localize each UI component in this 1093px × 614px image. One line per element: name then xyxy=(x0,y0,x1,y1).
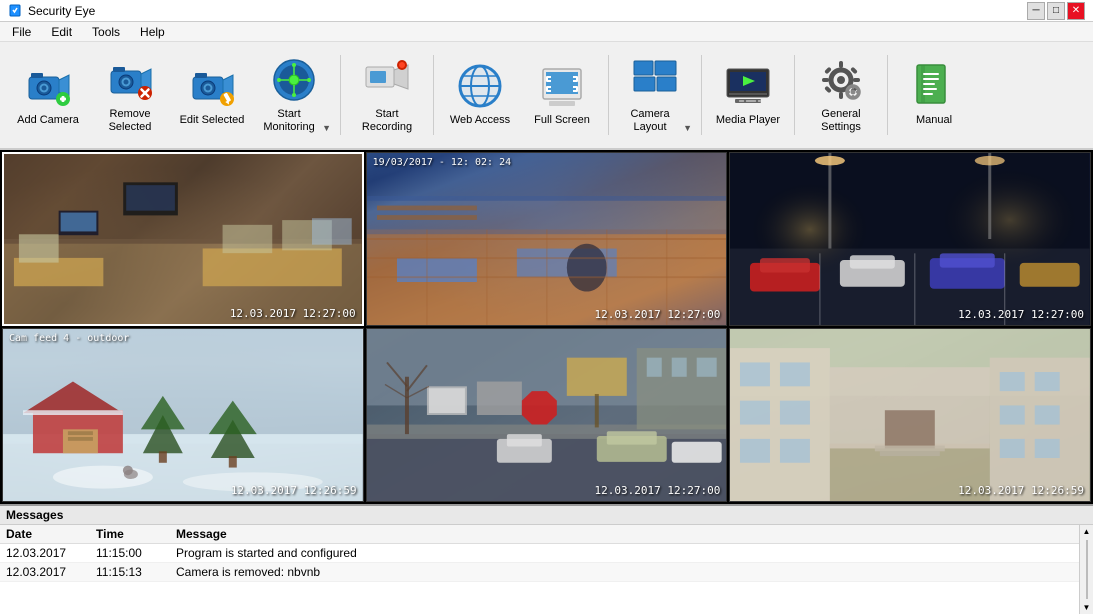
msg-date: 12.03.2017 xyxy=(6,546,96,560)
messages-panel: Messages Date Time Message 12.03.2017 11… xyxy=(0,504,1093,614)
camera-timestamp-1: 12.03.2017 12:27:00 xyxy=(230,307,356,320)
remove-selected-button[interactable]: Remove Selected xyxy=(90,50,170,140)
title-bar-controls[interactable]: ─ □ ✕ xyxy=(1027,2,1085,20)
maximize-button[interactable]: □ xyxy=(1047,2,1065,20)
camera-label-4: Cam feed 4 - outdoor xyxy=(9,333,129,344)
start-recording-button[interactable]: Start Recording xyxy=(347,50,427,140)
camera-cell-2[interactable]: 19/03/2017 - 12: 02: 24 12.03.2017 12:27… xyxy=(366,152,728,326)
web-access-button[interactable]: Web Access xyxy=(440,50,520,140)
camera-feed-3 xyxy=(730,153,1090,325)
add-camera-icon xyxy=(24,62,72,110)
msg-time: 11:15:13 xyxy=(96,565,176,579)
menu-help[interactable]: Help xyxy=(132,23,173,41)
camera-timestamp-6: 12.03.2017 12:26:59 xyxy=(958,484,1084,497)
camera-cell-3[interactable]: 12.03.2017 12:27:00 xyxy=(729,152,1091,326)
layout-dropdown-arrow: ▼ xyxy=(683,123,692,134)
scroll-thumb[interactable] xyxy=(1086,540,1088,599)
camera-layout-button[interactable]: Camera Layout ▼ xyxy=(615,50,695,140)
messages-body: Date Time Message 12.03.2017 11:15:00 Pr… xyxy=(0,525,1093,614)
remove-selected-icon xyxy=(106,56,154,104)
separator-3 xyxy=(608,55,609,135)
camera-grid: 12.03.2017 12:27:00 xyxy=(0,150,1093,504)
camera-label-2: 19/03/2017 - 12: 02: 24 xyxy=(373,157,511,168)
msg-text: Camera is removed: nbvnb xyxy=(176,565,1073,579)
message-row: 12.03.2017 11:15:00 Program is started a… xyxy=(0,544,1079,563)
scroll-up-arrow[interactable]: ▲ xyxy=(1081,525,1093,538)
full-screen-label: Full Screen xyxy=(534,114,590,127)
general-settings-button[interactable]: General Settings xyxy=(801,50,881,140)
toolbar: Add Camera Remove Selected xyxy=(0,42,1093,150)
full-screen-button[interactable]: Full Screen xyxy=(522,50,602,140)
edit-selected-label: Edit Selected xyxy=(180,114,245,127)
start-recording-icon xyxy=(363,56,411,104)
app-icon xyxy=(8,4,22,18)
camera-timestamp-2: 12.03.2017 12:27:00 xyxy=(594,308,720,321)
title-bar-left: Security Eye xyxy=(8,4,95,18)
col-time: Time xyxy=(96,527,176,541)
menu-bar: File Edit Tools Help xyxy=(0,22,1093,42)
camera-timestamp-5: 12.03.2017 12:27:00 xyxy=(594,484,720,497)
media-player-icon xyxy=(724,62,772,110)
scroll-down-arrow[interactable]: ▼ xyxy=(1081,601,1093,614)
col-date: Date xyxy=(6,527,96,541)
messages-table-header: Date Time Message xyxy=(0,525,1079,544)
camera-feed-5 xyxy=(367,329,727,501)
msg-time: 11:15:00 xyxy=(96,546,176,560)
camera-layout-icon xyxy=(631,56,679,104)
manual-label: Manual xyxy=(916,114,952,127)
camera-feed-1 xyxy=(4,154,362,324)
manual-button[interactable]: Manual xyxy=(894,50,974,140)
general-settings-icon xyxy=(817,56,865,104)
add-camera-label: Add Camera xyxy=(17,114,79,127)
edit-selected-button[interactable]: Edit Selected xyxy=(172,50,252,140)
camera-cell-4[interactable]: Cam feed 4 - outdoor 12.03.2017 12:26:59 xyxy=(2,328,364,502)
menu-edit[interactable]: Edit xyxy=(43,23,80,41)
close-button[interactable]: ✕ xyxy=(1067,2,1085,20)
camera-cell-6[interactable]: 12.03.2017 12:26:59 xyxy=(729,328,1091,502)
edit-selected-icon xyxy=(188,62,236,110)
add-camera-button[interactable]: Add Camera xyxy=(8,50,88,140)
media-player-button[interactable]: Media Player xyxy=(708,50,788,140)
start-monitoring-icon xyxy=(270,56,318,104)
start-monitoring-label: Start Monitoring xyxy=(257,108,321,134)
col-message: Message xyxy=(176,527,1073,541)
manual-icon xyxy=(910,62,958,110)
messages-scrollbar[interactable]: ▲ ▼ xyxy=(1079,525,1093,614)
messages-rows[interactable]: 12.03.2017 11:15:00 Program is started a… xyxy=(0,544,1079,582)
start-recording-label: Start Recording xyxy=(350,108,424,134)
camera-timestamp-3: 12.03.2017 12:27:00 xyxy=(958,308,1084,321)
separator-1 xyxy=(340,55,341,135)
menu-tools[interactable]: Tools xyxy=(84,23,128,41)
camera-feed-2 xyxy=(367,153,727,325)
start-monitoring-button[interactable]: Start Monitoring ▼ xyxy=(254,50,334,140)
minimize-button[interactable]: ─ xyxy=(1027,2,1045,20)
media-player-label: Media Player xyxy=(716,114,780,127)
separator-5 xyxy=(794,55,795,135)
camera-layout-label: Camera Layout xyxy=(618,108,682,134)
general-settings-label: General Settings xyxy=(804,108,878,134)
monitoring-dropdown-arrow: ▼ xyxy=(322,123,331,134)
separator-4 xyxy=(701,55,702,135)
title-bar: Security Eye ─ □ ✕ xyxy=(0,0,1093,22)
separator-6 xyxy=(887,55,888,135)
window-title: Security Eye xyxy=(28,4,95,18)
camera-timestamp-4: 12.03.2017 12:26:59 xyxy=(231,484,357,497)
camera-feed-6 xyxy=(730,329,1090,501)
separator-2 xyxy=(433,55,434,135)
msg-text: Program is started and configured xyxy=(176,546,1073,560)
messages-header: Messages xyxy=(0,506,1093,525)
menu-file[interactable]: File xyxy=(4,23,39,41)
camera-cell-5[interactable]: 12.03.2017 12:27:00 xyxy=(366,328,728,502)
message-row: 12.03.2017 11:15:13 Camera is removed: n… xyxy=(0,563,1079,582)
web-access-label: Web Access xyxy=(450,114,510,127)
web-access-icon xyxy=(456,62,504,110)
full-screen-icon xyxy=(538,62,586,110)
camera-cell-1[interactable]: 12.03.2017 12:27:00 xyxy=(2,152,364,326)
messages-content: Date Time Message 12.03.2017 11:15:00 Pr… xyxy=(0,525,1079,614)
msg-date: 12.03.2017 xyxy=(6,565,96,579)
remove-selected-label: Remove Selected xyxy=(93,108,167,134)
camera-feed-4 xyxy=(3,329,363,501)
